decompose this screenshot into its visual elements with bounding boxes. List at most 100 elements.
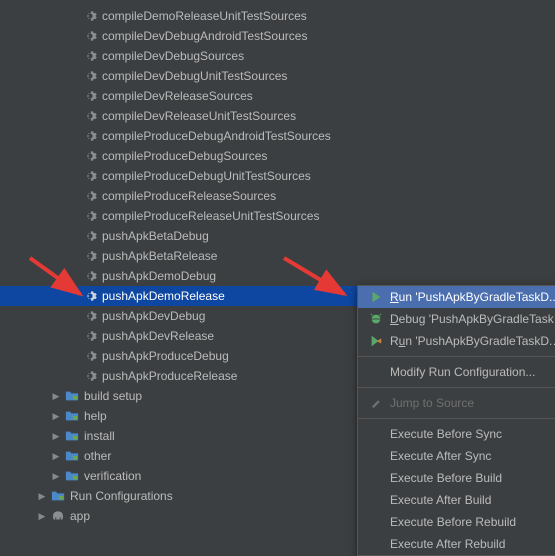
task-item[interactable]: compileDemoReleaseUnitTestSources xyxy=(0,6,555,26)
task-item[interactable]: pushApkBetaRelease xyxy=(0,246,555,266)
task-label: compileProduceReleaseSources xyxy=(102,189,276,203)
task-item[interactable]: pushApkBetaDebug xyxy=(0,226,555,246)
task-label: compileProduceReleaseUnitTestSources xyxy=(102,209,319,223)
folder-icon xyxy=(64,448,80,464)
gear-icon xyxy=(82,368,98,384)
folder-label: build setup xyxy=(84,389,142,403)
blank-icon xyxy=(368,492,384,508)
folder-icon xyxy=(64,388,80,404)
task-item[interactable]: compileProduceDebugUnitTestSources xyxy=(0,166,555,186)
blank-icon xyxy=(368,514,384,530)
menu-item-exec[interactable]: Execute After Rebuild xyxy=(358,533,555,555)
task-label: compileDevDebugSources xyxy=(102,49,244,63)
gear-icon xyxy=(82,268,98,284)
task-label: pushApkProduceDebug xyxy=(102,349,229,363)
gear-icon xyxy=(82,148,98,164)
gear-icon xyxy=(82,228,98,244)
task-label: compileProduceDebugSources xyxy=(102,149,267,163)
menu-item-jump: Jump to Source xyxy=(358,392,555,414)
chevron-right-icon: ▶ xyxy=(36,491,48,502)
menu-label: Modify Run Configuration... xyxy=(390,365,555,379)
folder-label: other xyxy=(84,449,111,463)
task-label: pushApkDevDebug xyxy=(102,309,205,323)
task-label: compileDevDebugUnitTestSources xyxy=(102,69,287,83)
gear-icon xyxy=(82,48,98,64)
task-label: compileDemoReleaseUnitTestSources xyxy=(102,9,307,23)
run-coverage-icon xyxy=(368,333,384,349)
menu-label: Run 'PushApkByGradleTaskD...' wit xyxy=(390,334,555,348)
menu-label: Run 'PushApkByGradleTaskD...' xyxy=(390,290,555,304)
folder-icon xyxy=(64,428,80,444)
gear-icon xyxy=(82,68,98,84)
gear-icon xyxy=(82,8,98,24)
task-label: compileProduceDebugUnitTestSources xyxy=(102,169,311,183)
task-label: compileDevReleaseSources xyxy=(102,89,253,103)
gear-icon xyxy=(82,188,98,204)
chevron-right-icon: ▶ xyxy=(50,451,62,462)
task-item[interactable]: compileProduceDebugAndroidTestSources xyxy=(0,126,555,146)
task-item[interactable]: compileDevReleaseSources xyxy=(0,86,555,106)
module-label: app xyxy=(70,509,90,523)
menu-item-exec[interactable]: Execute After Build xyxy=(358,489,555,511)
menu-label: Jump to Source xyxy=(390,396,555,410)
gear-icon xyxy=(82,168,98,184)
gear-icon xyxy=(82,288,98,304)
task-item[interactable]: compileProduceReleaseUnitTestSources xyxy=(0,206,555,226)
menu-label: Execute Before Rebuild xyxy=(390,515,555,529)
folder-label: verification xyxy=(84,469,141,483)
task-label: pushApkDemoRelease xyxy=(102,289,225,303)
gear-icon xyxy=(82,108,98,124)
blank-icon xyxy=(368,448,384,464)
module-icon xyxy=(50,508,66,524)
module-icon xyxy=(50,488,66,504)
task-label: pushApkBetaRelease xyxy=(102,249,217,263)
chevron-right-icon: ▶ xyxy=(50,471,62,482)
menu-label: Debug 'PushApkByGradleTaskD...' xyxy=(390,312,555,326)
chevron-right-icon: ▶ xyxy=(36,511,48,522)
folder-label: help xyxy=(84,409,107,423)
task-item[interactable]: compileProduceDebugSources xyxy=(0,146,555,166)
gear-icon xyxy=(82,308,98,324)
menu-label: Execute Before Build xyxy=(390,471,555,485)
menu-item-exec[interactable]: Execute Before Sync xyxy=(358,423,555,445)
gear-icon xyxy=(82,348,98,364)
task-label: compileDevReleaseUnitTestSources xyxy=(102,109,296,123)
task-item[interactable]: pushApkDemoDebug xyxy=(0,266,555,286)
menu-item-debug[interactable]: Debug 'PushApkByGradleTaskD...' xyxy=(358,308,555,330)
menu-item-exec[interactable]: Execute Before Rebuild xyxy=(358,511,555,533)
menu-item-run-coverage[interactable]: Run 'PushApkByGradleTaskD...' wit xyxy=(358,330,555,352)
menu-item-run[interactable]: Run 'PushApkByGradleTaskD...' xyxy=(358,286,555,308)
blank-icon xyxy=(368,364,384,380)
task-item[interactable]: compileProduceReleaseSources xyxy=(0,186,555,206)
task-label: pushApkDemoDebug xyxy=(102,269,216,283)
menu-label: Execute After Sync xyxy=(390,449,555,463)
task-label: pushApkDevRelease xyxy=(102,329,214,343)
task-item[interactable]: compileDevDebugAndroidTestSources xyxy=(0,26,555,46)
menu-item-modify[interactable]: Modify Run Configuration... xyxy=(358,361,555,383)
gear-icon xyxy=(82,88,98,104)
folder-label: install xyxy=(84,429,115,443)
folder-icon xyxy=(64,408,80,424)
menu-label: Execute After Build xyxy=(390,493,555,507)
task-item[interactable]: compileDevReleaseUnitTestSources xyxy=(0,106,555,126)
blank-icon xyxy=(368,470,384,486)
chevron-right-icon: ▶ xyxy=(50,431,62,442)
gear-icon xyxy=(82,128,98,144)
task-item[interactable]: compileDevDebugUnitTestSources xyxy=(0,66,555,86)
context-menu: Run 'PushApkByGradleTaskD...' Debug 'Push… xyxy=(357,285,555,556)
menu-item-exec[interactable]: Execute Before Build xyxy=(358,467,555,489)
blank-icon xyxy=(368,536,384,552)
gear-icon xyxy=(82,28,98,44)
run-icon xyxy=(368,289,384,305)
task-label: pushApkBetaDebug xyxy=(102,229,209,243)
gear-icon xyxy=(82,328,98,344)
chevron-right-icon: ▶ xyxy=(50,411,62,422)
module-label: Run Configurations xyxy=(70,489,173,503)
task-label: compileProduceDebugAndroidTestSources xyxy=(102,129,331,143)
task-label: pushApkProduceRelease xyxy=(102,369,237,383)
gear-icon xyxy=(82,208,98,224)
task-item[interactable]: compileDevDebugSources xyxy=(0,46,555,66)
edit-icon xyxy=(368,395,384,411)
gear-icon xyxy=(82,248,98,264)
menu-item-exec[interactable]: Execute After Sync xyxy=(358,445,555,467)
